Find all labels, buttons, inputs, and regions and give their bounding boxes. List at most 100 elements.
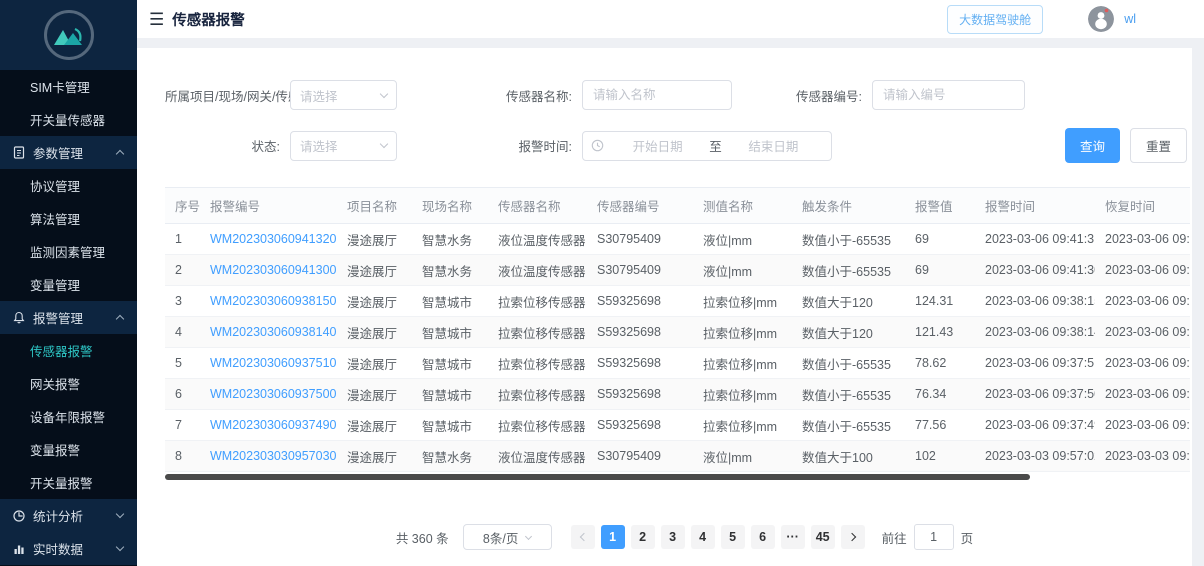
reset-button[interactable]: 重置 [1130,128,1187,163]
sidebar-item-0[interactable]: SIM卡管理 [0,70,137,103]
sidebar-item-1[interactable]: 开关量传感器 [0,103,137,136]
table-cell: 121.43 [905,317,975,348]
alarm-number-link[interactable]: WM202303060937500001 [200,379,337,410]
table-row: 3WM202303060938150001漫途展厅智慧城市拉索位移传感器S593… [165,286,1190,317]
username[interactable]: wl [1124,12,1136,26]
alarm-time-range-picker[interactable]: 开始日期 至 结束日期 [582,131,832,161]
horizontal-scrollbar[interactable] [165,474,1030,480]
table-cell: 漫途展厅 [337,348,412,379]
sidebar-menu: SIM卡管理开关量传感器参数管理协议管理算法管理监测因素管理变量管理报警管理传感… [0,70,137,566]
table-cell: 智慧水务 [412,441,488,472]
table-cell: S59325698 [587,317,693,348]
chevron-up-icon [116,315,124,323]
goto-page-input[interactable] [914,524,954,550]
status-filter-label: 状态: [165,136,290,155]
query-button[interactable]: 查询 [1065,128,1120,163]
next-page-button[interactable] [841,525,865,549]
sidebar: SIM卡管理开关量传感器参数管理协议管理算法管理监测因素管理变量管理报警管理传感… [0,0,137,566]
sidebar-item-4[interactable]: 算法管理 [0,202,137,235]
alarm-number-link[interactable]: WM202303060941300001 [200,255,337,286]
sidebar-item-label: 统计分析 [33,506,83,525]
page-button-6[interactable]: 6 [751,525,775,549]
table-cell: 拉索位移|mm [693,286,792,317]
chevron-down-icon [116,510,124,518]
page-button-5[interactable]: 5 [721,525,745,549]
page-button-3[interactable]: 3 [661,525,685,549]
column-header: 项目名称 [337,188,412,224]
alarm-number-link[interactable]: WM202303060941320001 [200,224,337,255]
sidebar-item-label: 监测因素管理 [30,242,105,261]
sidebar-item-8[interactable]: 传感器报警 [0,334,137,367]
sidebar-item-label: 实时数据 [33,539,83,558]
table-cell: 2023-03-06 09:38:15 [975,286,1095,317]
sidebar-item-label: 传感器报警 [30,341,93,360]
sidebar-item-label: 报警管理 [33,308,83,327]
start-date-placeholder: 开始日期 [608,136,707,155]
sidebar-item-label: 协议管理 [30,176,80,195]
table-cell: 2023-03-06 09: [1095,224,1190,255]
table-cell: 智慧水务 [412,224,488,255]
sensor-code-input[interactable] [872,80,1025,110]
sensor-name-input[interactable] [582,80,732,110]
page-size-value: 8条/页 [483,528,518,547]
alarm-number-link[interactable]: WM202303060938150001 [200,286,337,317]
table-cell: 78.62 [905,348,975,379]
alarm-number-link[interactable]: WM202303060937510001 [200,348,337,379]
big-data-cockpit-button[interactable]: 大数据驾驶舱 [947,5,1043,34]
status-select[interactable]: 请选择 [290,131,397,161]
sidebar-item-12[interactable]: 开关量报警 [0,466,137,499]
topbar: ☰ 传感器报警 大数据驾驶舱 wl [137,0,1204,38]
table-cell: 8 [165,441,200,472]
table-cell: 数值大于120 [792,317,905,348]
table-cell: 2023-03-06 09:41:31 [975,224,1095,255]
table-cell: 拉索位移传感器 [488,379,587,410]
page-size-select[interactable]: 8条/页 [463,524,552,550]
project-select[interactable]: 请选择 [290,80,397,110]
page-button-2[interactable]: 2 [631,525,655,549]
table-cell: 数值小于-65535 [792,410,905,441]
table-cell: 拉索位移传感器 [488,348,587,379]
sidebar-item-2[interactable]: 参数管理 [0,136,137,169]
filter-row-2: 状态: 请选择 报警时间: 开始日期 至 结束日期 查询 [137,128,1192,163]
hamburger-menu-icon[interactable]: ☰ [149,11,164,28]
page-button-4[interactable]: 4 [691,525,715,549]
sidebar-item-3[interactable]: 协议管理 [0,169,137,202]
page-button-45[interactable]: 45 [811,525,835,549]
sidebar-item-label: 变量报警 [30,440,80,459]
alarm-number-link[interactable]: WM202303060938140001 [200,317,337,348]
table-cell: S59325698 [587,286,693,317]
sidebar-item-5[interactable]: 监测因素管理 [0,235,137,268]
page-title: 传感器报警 [172,9,245,30]
alarm-number-link[interactable]: WM202303060937490001 [200,410,337,441]
sidebar-item-11[interactable]: 变量报警 [0,433,137,466]
table-cell: 6 [165,379,200,410]
table-cell: S59325698 [587,379,693,410]
table-cell: 拉索位移|mm [693,348,792,379]
prev-page-button[interactable] [571,525,595,549]
table-cell: 2023-03-06 09:37:49 [975,410,1095,441]
page-button-1[interactable]: 1 [601,525,625,549]
sidebar-item-7[interactable]: 报警管理 [0,301,137,334]
sidebar-item-label: 算法管理 [30,209,80,228]
table-cell: 拉索位移传感器 [488,317,587,348]
chevron-left-icon [579,533,587,541]
sidebar-item-6[interactable]: 变量管理 [0,268,137,301]
table-cell: 拉索位移|mm [693,410,792,441]
table-cell: 拉索位移|mm [693,379,792,410]
sidebar-item-9[interactable]: 网关报警 [0,367,137,400]
table-cell: 2 [165,255,200,286]
table-cell: 拉索位移传感器 [488,286,587,317]
column-header: 报警值 [905,188,975,224]
alarm-number-link[interactable]: WM202303030957030001 [200,441,337,472]
card: 所属项目/现场/网关/传感器: 请选择 传感器名称: 传感器编号: 状态: 请选… [137,48,1192,566]
sidebar-item-14[interactable]: 实时数据 [0,532,137,565]
filter-row-1: 所属项目/现场/网关/传感器: 请选择 传感器名称: 传感器编号: [137,80,1192,110]
table-cell: 智慧城市 [412,410,488,441]
page-ellipsis[interactable]: ··· [781,525,805,549]
sidebar-item-13[interactable]: 统计分析 [0,499,137,532]
table-cell: 漫途展厅 [337,410,412,441]
sensor-name-label: 传感器名称: [397,86,582,105]
bar-chart-icon [13,543,25,555]
user-avatar[interactable] [1088,6,1114,32]
sidebar-item-10[interactable]: 设备年限报警 [0,400,137,433]
